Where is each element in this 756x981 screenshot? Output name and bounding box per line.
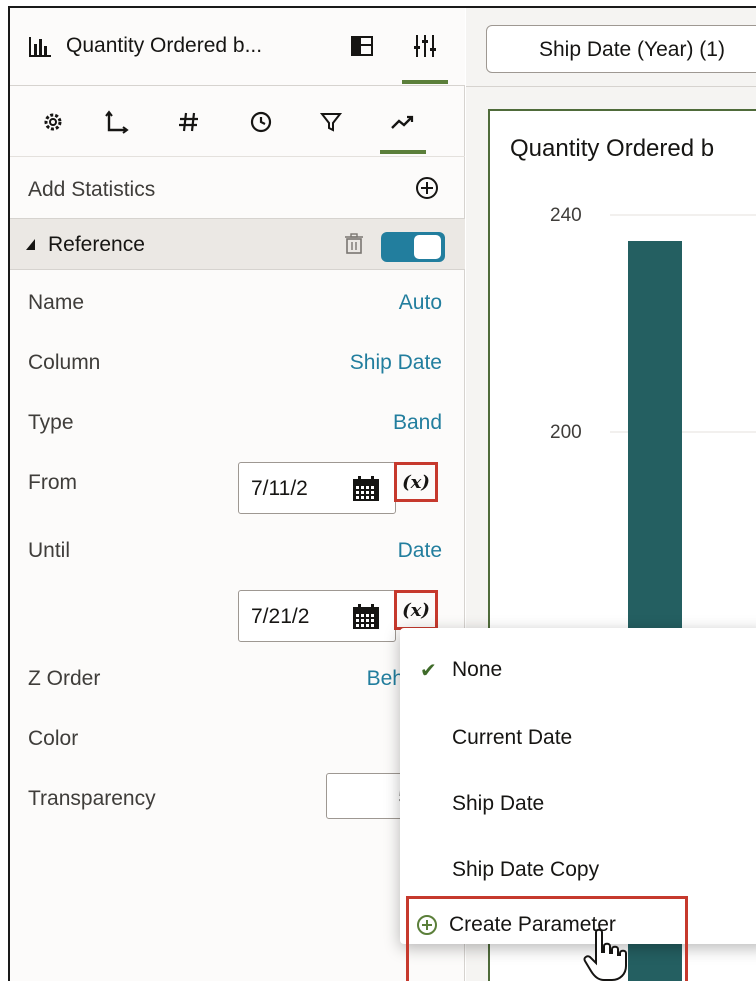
add-statistics-row: Add Statistics <box>10 158 465 218</box>
menu-item-label: None <box>452 658 503 681</box>
add-statistics-label: Add Statistics <box>28 178 156 201</box>
fx-label: (x) <box>402 471 430 493</box>
properties-active-indicator <box>402 80 448 84</box>
zorder-value[interactable]: Beh <box>367 667 404 691</box>
hash-icon <box>179 112 198 132</box>
from-label: From <box>28 471 77 494</box>
column-value[interactable]: Ship Date <box>350 351 442 375</box>
add-circle-icon <box>417 915 437 935</box>
layout-icon[interactable] <box>350 34 374 58</box>
gear-icon <box>44 113 62 131</box>
name-value[interactable]: Auto <box>399 291 442 315</box>
until-date-value: 7/21/2 <box>251 605 310 628</box>
until-date-input[interactable]: 7/21/2 <box>238 590 396 642</box>
clock-icon <box>250 111 272 133</box>
menu-item-ship-date-copy[interactable]: Ship Date Copy <box>400 838 756 900</box>
y-tick-200: 200 <box>550 422 582 443</box>
menu-item-ship-date[interactable]: Ship Date <box>400 772 756 834</box>
filter-icon <box>319 113 343 132</box>
menu-item-label: Ship Date <box>452 792 545 815</box>
zorder-label: Z Order <box>28 667 101 690</box>
name-label: Name <box>28 291 85 314</box>
visualization-title: Quantity Ordered b... <box>66 34 263 57</box>
reference-toggle[interactable] <box>381 232 445 262</box>
reference-section-title: Reference <box>48 233 145 256</box>
calendar-icon[interactable] <box>351 475 381 503</box>
checkmark-icon: ✔ <box>420 660 437 682</box>
collapse-caret-icon[interactable] <box>26 239 35 250</box>
filter-pill-label: Ship Date (Year) (1) <box>539 38 725 61</box>
toggle-knob <box>414 235 441 259</box>
filter-pill[interactable]: Ship Date (Year) (1) <box>486 25 756 73</box>
bar-chart-icon[interactable] <box>28 36 52 58</box>
column-label: Column <box>28 351 101 374</box>
from-date-value: 7/11/2 <box>251 477 308 500</box>
property-tabs <box>10 87 465 157</box>
analytics-active-indicator <box>380 150 426 154</box>
tab-general[interactable] <box>38 107 68 137</box>
trend-icon <box>391 115 414 129</box>
menu-item-current-date[interactable]: Current Date <box>400 706 756 768</box>
axis-icon <box>105 110 129 134</box>
until-value[interactable]: Date <box>398 539 442 563</box>
from-date-input[interactable]: 7/11/2 <box>238 462 396 514</box>
until-label: Until <box>28 539 71 562</box>
properties-icon[interactable] <box>412 32 438 60</box>
properties-panel: Quantity Ordered b... Add Statistics Ref… <box>10 8 465 981</box>
fx-label: (x) <box>402 599 430 621</box>
calendar-icon[interactable] <box>351 603 381 631</box>
type-value[interactable]: Band <box>393 411 442 435</box>
transparency-label: Transparency <box>28 787 156 810</box>
color-label: Color <box>28 727 79 750</box>
tab-values[interactable] <box>174 107 204 137</box>
hand-cursor-icon <box>583 928 627 981</box>
create-parameter-item[interactable]: Create Parameter <box>406 896 688 981</box>
menu-item-none[interactable]: ✔ None <box>400 638 756 700</box>
panel-header: Quantity Ordered b... <box>10 8 465 86</box>
tab-date-time[interactable] <box>246 107 276 137</box>
add-statistics-plus-icon[interactable] <box>413 174 441 202</box>
y-tick-240: 240 <box>550 205 582 226</box>
canvas-divider <box>466 86 756 87</box>
tab-axis[interactable] <box>102 107 132 137</box>
trash-icon[interactable] <box>344 233 364 255</box>
until-parameter-button[interactable]: (x) <box>394 590 438 630</box>
tab-analytics[interactable] <box>388 107 418 137</box>
reference-section-header[interactable]: Reference <box>10 218 465 270</box>
app-frame: Quantity Ordered b... Add Statistics Ref… <box>8 6 756 981</box>
menu-item-label: Ship Date Copy <box>452 858 600 881</box>
menu-item-label: Current Date <box>452 726 573 749</box>
tab-filters[interactable] <box>316 107 346 137</box>
type-label: Type <box>28 411 74 434</box>
from-parameter-button[interactable]: (x) <box>394 462 438 502</box>
